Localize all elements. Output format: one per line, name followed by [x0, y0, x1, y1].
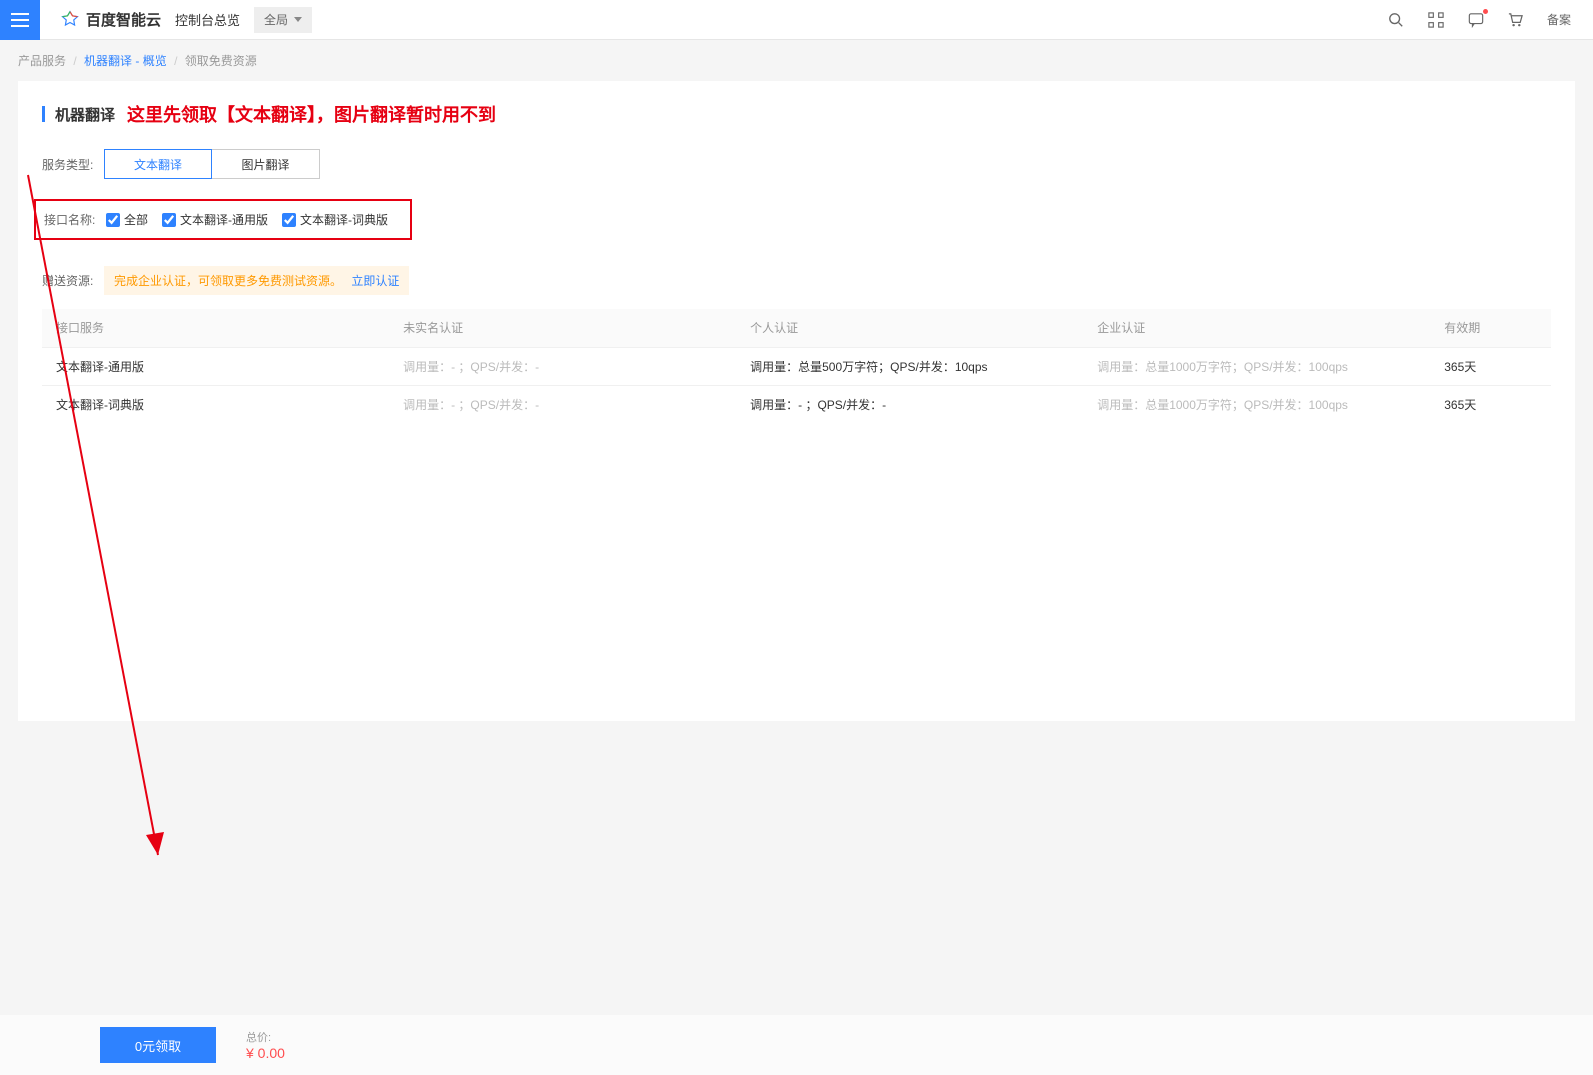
hamburger-icon [11, 13, 29, 27]
messages-button[interactable] [1467, 11, 1485, 29]
breadcrumb: 产品服务 / 机器翻译 - 概览 / 领取免费资源 [0, 40, 1593, 81]
brand-text: 百度智能云 [86, 9, 161, 30]
cell-no-auth: 调用量：- ；QPS/并发：- [389, 347, 736, 385]
gift-resource-label: 赠送资源: [42, 272, 104, 289]
gift-tip-text: 完成企业认证，可领取更多免费测试资源。 [114, 274, 342, 288]
search-button[interactable] [1387, 11, 1405, 29]
col-enterprise: 企业认证 [1083, 309, 1430, 347]
search-icon [1388, 12, 1404, 28]
cell-personal: 调用量：- ；QPS/并发：- [736, 385, 1083, 423]
annotation-note: 这里先领取【文本翻译】，图片翻译暂时用不到 [127, 101, 496, 127]
interface-name-highlight: 接口名称: 全部 文本翻译-通用版 文本翻译-词典版 [34, 199, 412, 240]
total-price-label: 总价: [246, 1029, 285, 1045]
checkbox-general[interactable]: 文本翻译-通用版 [162, 211, 268, 228]
resource-table: 接口服务 未实名认证 个人认证 企业认证 有效期 文本翻译-通用版 调用量：- … [42, 309, 1551, 423]
topbar: 百度智能云 控制台总览 全局 备案 [0, 0, 1593, 40]
col-personal: 个人认证 [736, 309, 1083, 347]
service-type-label: 服务类型: [42, 156, 104, 173]
cell-enterprise: 调用量：总量1000万字符；QPS/并发：100qps [1083, 385, 1430, 423]
page-title-row: 机器翻译 这里先领取【文本翻译】，图片翻译暂时用不到 [42, 101, 1551, 127]
brand-logo[interactable]: 百度智能云 [60, 9, 161, 30]
checkbox-dict-input[interactable] [282, 213, 296, 227]
page-title: 机器翻译 [55, 104, 115, 125]
cart-icon [1507, 11, 1524, 28]
breadcrumb-item-3: 领取免费资源 [185, 54, 257, 68]
checkbox-all[interactable]: 全部 [106, 211, 148, 228]
gift-resource-row: 赠送资源: 完成企业认证，可领取更多免费测试资源。 立即认证 [42, 266, 1551, 295]
checkbox-dict[interactable]: 文本翻译-词典版 [282, 211, 388, 228]
main-panel: 机器翻译 这里先领取【文本翻译】，图片翻译暂时用不到 服务类型: 文本翻译 图片… [18, 81, 1575, 721]
title-accent-bar [42, 106, 45, 122]
cell-enterprise: 调用量：总量1000万字符；QPS/并发：100qps [1083, 347, 1430, 385]
checkbox-general-label: 文本翻译-通用版 [180, 211, 268, 228]
cell-service: 文本翻译-通用版 [42, 347, 389, 385]
interface-name-label: 接口名称: [44, 211, 106, 228]
hamburger-menu-button[interactable] [0, 0, 40, 40]
breadcrumb-item-2[interactable]: 机器翻译 - 概览 [84, 54, 167, 68]
chevron-down-icon [294, 17, 302, 23]
apps-grid-button[interactable] [1427, 11, 1445, 29]
service-type-row: 服务类型: 文本翻译 图片翻译 [42, 149, 1551, 179]
cell-valid: 365天 [1430, 385, 1551, 423]
chat-bubble-icon [1468, 12, 1484, 28]
console-title[interactable]: 控制台总览 [175, 10, 240, 29]
claim-free-button[interactable]: 0元领取 [100, 1027, 216, 1063]
scope-selector-label: 全局 [264, 11, 288, 28]
total-price-value: ¥ 0.00 [246, 1045, 285, 1061]
gift-tip-box: 完成企业认证，可领取更多免费测试资源。 立即认证 [104, 266, 409, 295]
scope-selector[interactable]: 全局 [254, 7, 312, 33]
tab-image-translation[interactable]: 图片翻译 [212, 149, 320, 179]
cell-personal: 调用量：总量500万字符；QPS/并发：10qps [736, 347, 1083, 385]
table-row: 文本翻译-词典版 调用量：- ；QPS/并发：- 调用量：- ；QPS/并发：-… [42, 385, 1551, 423]
checkbox-all-input[interactable] [106, 213, 120, 227]
checkbox-all-label: 全部 [124, 211, 148, 228]
table-row: 文本翻译-通用版 调用量：- ；QPS/并发：- 调用量：总量500万字符；QP… [42, 347, 1551, 385]
topbar-right: 备案 [1387, 11, 1593, 29]
footer-bar: 0元领取 总价: ¥ 0.00 [0, 1015, 1593, 1075]
cell-service: 文本翻译-词典版 [42, 385, 389, 423]
apps-grid-icon [1428, 12, 1444, 28]
tab-text-translation[interactable]: 文本翻译 [104, 149, 212, 179]
baidu-cloud-icon [60, 10, 80, 30]
total-price-block: 总价: ¥ 0.00 [246, 1029, 285, 1061]
support-link[interactable]: 备案 [1547, 11, 1571, 28]
checkbox-dict-label: 文本翻译-词典版 [300, 211, 388, 228]
col-no-auth: 未实名认证 [389, 309, 736, 347]
table-header-row: 接口服务 未实名认证 个人认证 企业认证 有效期 [42, 309, 1551, 347]
col-service: 接口服务 [42, 309, 389, 347]
breadcrumb-item-1: 产品服务 [18, 54, 66, 68]
cell-valid: 365天 [1430, 347, 1551, 385]
checkbox-general-input[interactable] [162, 213, 176, 227]
cell-no-auth: 调用量：- ；QPS/并发：- [389, 385, 736, 423]
verify-now-link[interactable]: 立即认证 [351, 274, 399, 288]
col-valid: 有效期 [1430, 309, 1551, 347]
cart-button[interactable] [1507, 11, 1525, 29]
